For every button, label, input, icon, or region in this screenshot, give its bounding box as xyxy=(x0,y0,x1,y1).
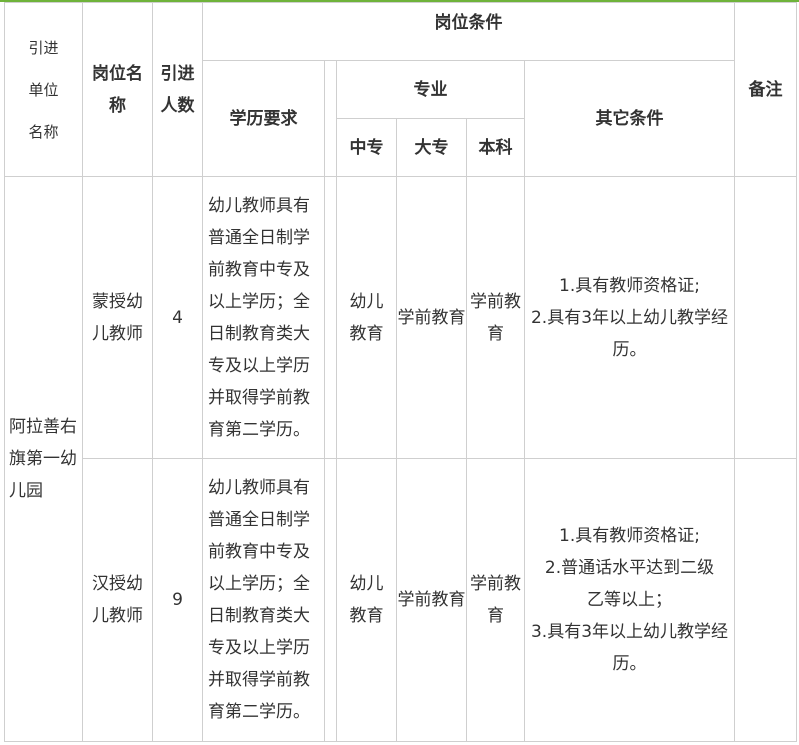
table-row: 阿拉善右旗第一幼儿园 蒙授幼儿教师 4 幼儿教师具有普通全日制学前教育中专及以上… xyxy=(4,176,797,742)
remarks-cell xyxy=(734,176,797,459)
spacer-cell xyxy=(324,458,337,742)
header-count-text: 引进人数 xyxy=(160,63,195,116)
zhongzhuan-major: 幼儿教育 xyxy=(349,291,384,344)
header-remarks-text: 备注 xyxy=(748,79,783,100)
benke-major: 学前教育 xyxy=(470,574,521,626)
header-zhongzhuan-text: 中专 xyxy=(349,137,384,158)
header-conditions: 岗位条件 xyxy=(202,2,735,61)
count-cell: 9 xyxy=(152,458,203,742)
table-row: 汉授幼儿教师 9 幼儿教师具有普通全日制学前教育中专及以上学历；全日制教育类大专… xyxy=(5,458,797,742)
header-position: 岗位名称 xyxy=(82,2,153,177)
benke-major: 学前教育 xyxy=(470,291,521,344)
header-unit-text: 引进单位名称 xyxy=(28,38,59,141)
education-cell: 幼儿教师具有普通全日制学前教育中专及以上学历；全日制教育类大专及以上学历并取得学… xyxy=(202,176,325,459)
zhongzhuan-major: 幼儿教育 xyxy=(349,574,384,626)
other-condition-3: 3.具有3年以上幼儿教学经历。 xyxy=(530,622,729,674)
zhongzhuan-cell: 幼儿教育 xyxy=(336,458,397,742)
dazhuan-major: 学前教育 xyxy=(397,590,466,610)
header-position-text: 岗位名称 xyxy=(92,63,143,116)
remarks-cell xyxy=(734,458,797,742)
header-dazhuan: 大专 xyxy=(396,118,467,177)
dazhuan-major: 学前教育 xyxy=(397,307,466,328)
position-name: 汉授幼儿教师 xyxy=(92,574,143,626)
position-cell: 汉授幼儿教师 xyxy=(82,458,153,742)
unit-name-cell: 阿拉善右旗第一幼儿园 xyxy=(4,176,83,742)
header-benke: 本科 xyxy=(466,118,525,177)
other-condition-2: 2.具有3年以上幼儿教学经历。 xyxy=(530,307,729,360)
other-cell: 1.具有教师资格证; 2.具有3年以上幼儿教学经历。 xyxy=(524,176,735,459)
header-remarks: 备注 xyxy=(734,2,797,177)
unit-name: 阿拉善右旗第一幼儿园 xyxy=(9,417,77,501)
dazhuan-cell: 学前教育 xyxy=(396,458,467,742)
header-education-text: 学历要求 xyxy=(229,108,298,129)
other-condition-2: 2.普通话水平达到二级乙等以上； xyxy=(544,558,715,610)
education-text: 幼儿教师具有普通全日制学前教育中专及以上学历；全日制教育类大专及以上学历并取得学… xyxy=(208,195,310,440)
position-name: 蒙授幼儿教师 xyxy=(92,291,143,344)
other-condition-1: 1.具有教师资格证; xyxy=(559,275,700,296)
position-count: 4 xyxy=(172,307,183,328)
header-conditions-text: 岗位条件 xyxy=(434,13,503,33)
header-major: 专业 xyxy=(336,60,525,119)
header-benke-text: 本科 xyxy=(478,137,513,158)
header-spacer xyxy=(324,60,337,177)
position-count: 9 xyxy=(172,590,183,610)
spacer-cell xyxy=(324,176,337,459)
education-cell: 幼儿教师具有普通全日制学前教育中专及以上学历；全日制教育类大专及以上学历并取得学… xyxy=(202,458,325,742)
other-cell: 1.具有教师资格证; 2.普通话水平达到二级乙等以上； 3.具有3年以上幼儿教学… xyxy=(524,458,735,742)
count-cell: 4 xyxy=(152,176,203,459)
header-other-text: 其它条件 xyxy=(595,108,664,129)
header-count: 引进人数 xyxy=(152,2,203,177)
benke-cell: 学前教育 xyxy=(466,176,525,459)
benke-cell: 学前教育 xyxy=(466,458,525,742)
header-unit: 引进单位名称 xyxy=(4,2,83,177)
header-dazhuan-text: 大专 xyxy=(414,137,449,158)
dazhuan-cell: 学前教育 xyxy=(396,176,467,459)
education-text: 幼儿教师具有普通全日制学前教育中专及以上学历；全日制教育类大专及以上学历并取得学… xyxy=(208,478,310,722)
header-zhongzhuan: 中专 xyxy=(336,118,397,177)
position-cell: 蒙授幼儿教师 xyxy=(82,176,153,459)
header-education: 学历要求 xyxy=(202,60,325,177)
header-major-text: 专业 xyxy=(413,79,448,100)
header-other: 其它条件 xyxy=(524,60,735,177)
recruitment-table: 引进单位名称 岗位名称 引进人数 岗位条件 备注 学历要求 专业 其它条件 中专 xyxy=(4,2,797,742)
other-condition-1: 1.具有教师资格证; xyxy=(559,526,700,546)
zhongzhuan-cell: 幼儿教育 xyxy=(336,176,397,459)
